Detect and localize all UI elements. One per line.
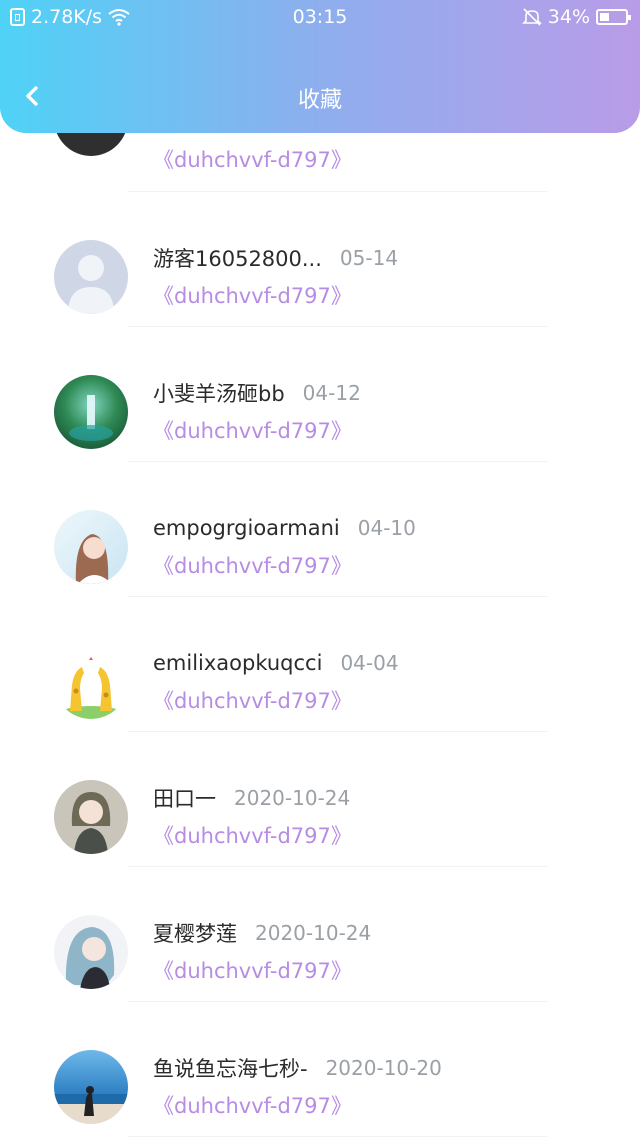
item-date: 04-10 [357, 516, 416, 540]
item-date: 04-04 [340, 651, 399, 675]
avatar[interactable] [54, 645, 128, 719]
avatar[interactable] [54, 240, 128, 314]
user-name[interactable]: 鱼说鱼忘海七秒- [153, 1053, 308, 1083]
list-item[interactable]: empogrgioarmani 04-10 《duhchvvf-d797》 [0, 462, 640, 597]
avatar[interactable] [54, 375, 128, 449]
favorites-list: 《duhchvvf-d797》 游客16052800... 05-14 《duh… [0, 82, 640, 1137]
page-title: 收藏 [297, 88, 342, 113]
list-item[interactable]: 小斐羊汤砸bb 04-12 《duhchvvf-d797》 [0, 327, 640, 462]
avatar[interactable] [54, 780, 128, 854]
list-item[interactable]: 鱼说鱼忘海七秒- 2020-10-20 《duhchvvf-d797》 [0, 1002, 640, 1137]
divider [128, 1136, 548, 1137]
work-title[interactable]: 《duhchvvf-d797》 [153, 1090, 442, 1120]
battery-icon [596, 9, 631, 25]
default-user-icon [68, 255, 114, 314]
user-name[interactable]: 游客16052800... [153, 243, 322, 273]
portrait-image [75, 534, 112, 584]
item-date: 2020-10-24 [234, 786, 351, 810]
giraffe-image [61, 657, 121, 719]
item-date: 2020-10-20 [325, 1056, 442, 1080]
work-title[interactable]: 《duhchvvf-d797》 [153, 144, 352, 174]
item-info: 《duhchvvf-d797》 [153, 144, 352, 174]
app-header: 2.78K/s 03:15 34% 收藏 [0, 0, 640, 133]
anime-girl-image [65, 927, 115, 989]
item-date: 04-12 [302, 381, 361, 405]
bell-muted-icon [521, 8, 542, 26]
item-info: 小斐羊汤砸bb 04-12 《duhchvvf-d797》 [153, 375, 361, 445]
item-info: 鱼说鱼忘海七秒- 2020-10-20 《duhchvvf-d797》 [153, 1050, 442, 1120]
item-info: 游客16052800... 05-14 《duhchvvf-d797》 [153, 240, 398, 310]
list-item[interactable]: 游客16052800... 05-14 《duhchvvf-d797》 [0, 192, 640, 327]
item-date: 05-14 [339, 246, 399, 270]
anime-girl-image [71, 792, 111, 854]
avatar[interactable] [54, 1050, 128, 1124]
avatar[interactable] [54, 915, 128, 989]
work-title[interactable]: 《duhchvvf-d797》 [153, 415, 361, 445]
avatar[interactable] [54, 510, 128, 584]
status-right: 34% [521, 6, 631, 28]
list-item[interactable]: 田口一 2020-10-24 《duhchvvf-d797》 [0, 732, 640, 867]
nav-bar: 收藏 [0, 70, 640, 124]
item-date: 2020-10-24 [255, 921, 372, 945]
waterfall-image [69, 395, 113, 441]
work-title[interactable]: 《duhchvvf-d797》 [153, 280, 398, 310]
item-info: 夏樱梦莲 2020-10-24 《duhchvvf-d797》 [153, 915, 371, 985]
user-name[interactable]: empogrgioarmani [153, 516, 340, 540]
work-title[interactable]: 《duhchvvf-d797》 [153, 685, 399, 715]
work-title[interactable]: 《duhchvvf-d797》 [153, 820, 352, 850]
item-info: empogrgioarmani 04-10 《duhchvvf-d797》 [153, 510, 416, 580]
user-name[interactable]: emilixaopkuqcci [153, 651, 322, 675]
list-item[interactable]: emilixaopkuqcci 04-04 《duhchvvf-d797》 [0, 597, 640, 732]
list-item[interactable]: 夏樱梦莲 2020-10-24 《duhchvvf-d797》 [0, 867, 640, 1002]
user-name[interactable]: 小斐羊汤砸bb [153, 378, 285, 408]
work-title[interactable]: 《duhchvvf-d797》 [153, 550, 416, 580]
user-name[interactable]: 田口一 [153, 783, 216, 813]
status-bar: 2.78K/s 03:15 34% [0, 0, 640, 36]
item-info: 田口一 2020-10-24 《duhchvvf-d797》 [153, 780, 352, 850]
work-title[interactable]: 《duhchvvf-d797》 [153, 955, 371, 985]
user-name[interactable]: 夏樱梦莲 [153, 918, 237, 948]
item-info: emilixaopkuqcci 04-04 《duhchvvf-d797》 [153, 645, 399, 715]
beach-image [54, 1086, 128, 1124]
battery-level: 34% [547, 6, 590, 28]
